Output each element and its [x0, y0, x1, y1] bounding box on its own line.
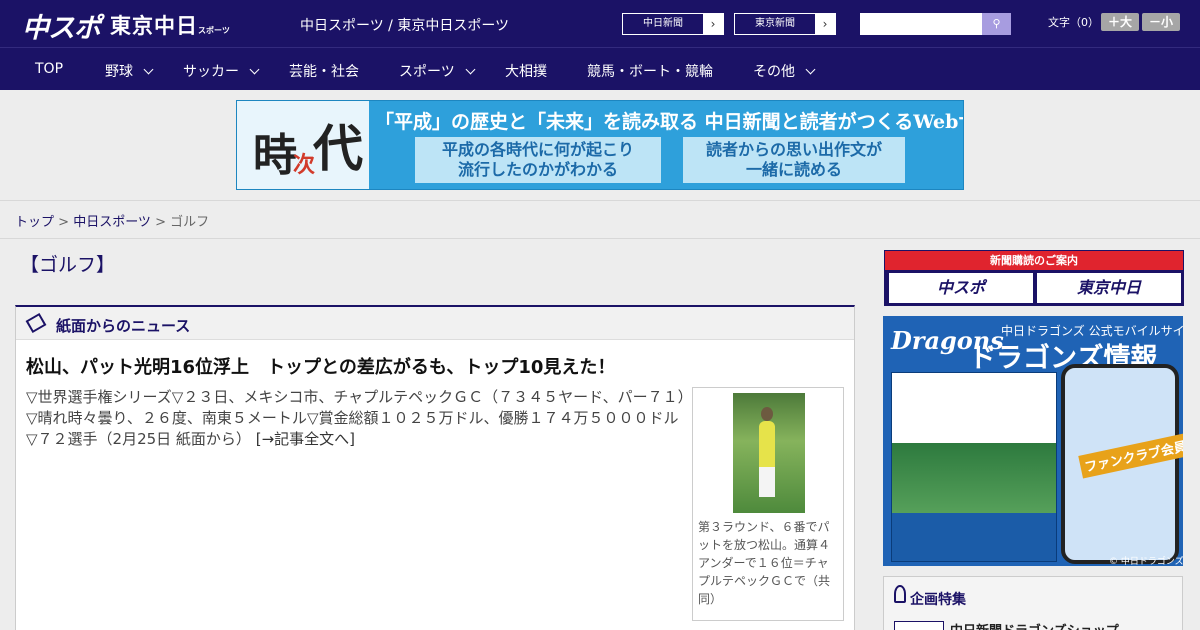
nav-item-sports[interactable]: スポーツ [399, 61, 476, 81]
page-title: 【ゴルフ】 [20, 254, 116, 276]
news-panel-header: 紙面からのニュース [16, 307, 854, 340]
dragons-mobile-ad[interactable]: Dragons 中日ドラゴンズ 公式モバイルサイト ドラゴンズ情報 ファンクラブ… [883, 316, 1183, 566]
banner-box-line: 平成の各時代に何が起こり [441, 140, 634, 159]
main-nav: TOP 野球 サッカー 芸能・社会 スポーツ 大相撲 競馬・ボート・競輪 その他 [0, 47, 1200, 90]
banner-box-history: 平成の各時代に何が起こり 流行したのかがわかる [415, 137, 661, 183]
nav-item-label: スポーツ [399, 64, 455, 80]
chuspo-logo[interactable]: 中スポ [22, 6, 101, 45]
tokyo-logo-text: 東京中日 [110, 14, 198, 38]
banner-box-line: 読者からの思い出作文が [705, 140, 882, 159]
chevron-down-icon [805, 64, 816, 75]
subscription-box: 新聞購読のご案内 中スポ 東京中日 [884, 250, 1184, 306]
golfer-body [759, 421, 775, 469]
search-icon: ⚲ [992, 17, 1001, 30]
tokyo-shimbun-link[interactable]: 東京新聞 › [734, 13, 836, 35]
subscribe-chuspo-link[interactable]: 中スポ [889, 273, 1033, 303]
font-larger-button[interactable]: ＋大 [1101, 13, 1139, 31]
search-input[interactable] [860, 13, 982, 35]
feature-box: 企画特集 中日新聞ドラゴンズショップ [883, 576, 1183, 630]
ad-screen-mockup [891, 372, 1057, 562]
nav-item-label: TOP [35, 61, 64, 77]
chevron-down-icon [249, 64, 260, 75]
breadcrumb-separator: > [54, 215, 74, 230]
nav-item-label: 野球 [105, 64, 133, 80]
nav-item-top[interactable]: TOP [35, 61, 63, 77]
feature-thumbnail[interactable] [894, 621, 944, 630]
chunichi-shimbun-link[interactable]: 中日新聞 › [622, 13, 724, 35]
breadcrumb-top-link[interactable]: トップ [15, 215, 54, 230]
chevron-down-icon [143, 64, 154, 75]
feature-label: 企画特集 [910, 592, 966, 608]
article-photo-box: 第３ラウンド、６番でパットを放つ松山。通算４アンダーで１６位＝チャプルテペックＧ… [692, 387, 844, 621]
chevron-down-icon [465, 64, 476, 75]
tokyo-logo-small: スポーツ [198, 26, 230, 35]
newspaper-icon [25, 312, 47, 334]
font-size-label: 文字（0） [1048, 16, 1099, 29]
article-title[interactable]: 松山、パット光明16位浮上 トップとの差広がるも、トップ10見えた！ [26, 353, 615, 379]
nav-item-label: 芸能・社会 [289, 64, 359, 80]
breadcrumb-current: ゴルフ [170, 215, 210, 230]
nav-item-label: サッカー [183, 64, 239, 80]
nav-item-soccer[interactable]: サッカー [183, 61, 260, 81]
article-photo[interactable] [733, 393, 805, 513]
banner-kanji-ji: 時 [253, 130, 297, 181]
banner-kanji-dai: 代 [313, 119, 363, 178]
site-title[interactable]: 中日スポーツ / 東京中日スポーツ [300, 15, 509, 35]
breadcrumb-separator: > [150, 215, 171, 230]
chevron-right-icon: › [815, 14, 835, 34]
ad-copyright: © 中日ドラゴンズ [1109, 557, 1183, 566]
ribbon-icon [894, 585, 906, 603]
golfer-head [761, 407, 773, 421]
subscription-header[interactable]: 新聞購読のご案内 [885, 251, 1183, 270]
banner-box-readers: 読者からの思い出作文が 一緒に読める [683, 137, 905, 183]
golfer-legs [759, 467, 775, 497]
banner-kanji-tsugi: 次 [293, 152, 316, 178]
chevron-right-icon: › [703, 14, 723, 34]
search-button[interactable]: ⚲ [982, 13, 1011, 35]
read-more-link[interactable]: [→記事全文へ] [256, 430, 355, 448]
news-panel: 紙面からのニュース 松山、パット光明16位浮上 トップとの差広がるも、トップ10… [15, 305, 855, 630]
photo-caption: 第３ラウンド、６番でパットを放つ松山。通算４アンダーで１６位＝チャプルテペックＧ… [698, 520, 831, 606]
nav-item-label: その他 [753, 64, 795, 80]
banner-headline: 「平成」の歴史と「未来」を読み取る 中日新聞と読者がつくるWebサイト [375, 111, 964, 133]
nav-item-label: 競馬・ボート・競輪 [587, 64, 713, 80]
tokyo-chunichi-logo[interactable]: 東京中日スポーツ [110, 10, 230, 40]
nav-item-label: 大相撲 [505, 64, 547, 80]
font-smaller-button[interactable]: －小 [1142, 13, 1180, 31]
nav-item-racing[interactable]: 競馬・ボート・競輪 [587, 61, 713, 81]
news-panel-label: 紙面からのニュース [56, 317, 191, 335]
feature-link[interactable]: 中日新聞ドラゴンズショップ [950, 620, 1119, 630]
pub-link-label: 中日新聞 [623, 14, 703, 34]
ad-menu-grid [892, 513, 1056, 561]
top-header: 中スポ 東京中日スポーツ 中日スポーツ / 東京中日スポーツ 中日新聞 › 東京… [0, 0, 1200, 47]
article-summary-text: ▽世界選手権シリーズ▽２３日、メキシコ市、チャプルテペックＧＣ（７３４５ヤード、… [26, 388, 686, 448]
banner-box-line: 一緒に読める [745, 160, 842, 179]
ad-baseball-field [892, 443, 1056, 513]
banner-kanji-panel: 時 次 代 [237, 101, 369, 189]
heisei-banner[interactable]: 時 次 代 「平成」の歴史と「未来」を読み取る 中日新聞と読者がつくるWebサイ… [236, 100, 964, 190]
breadcrumb: トップ > 中日スポーツ > ゴルフ [15, 211, 209, 230]
banner-box-line: 流行したのかがわかる [457, 160, 618, 179]
article-summary: ▽世界選手権シリーズ▽２３日、メキシコ市、チャプルテペックＧＣ（７３４５ヤード、… [26, 387, 686, 450]
nav-item-sumo[interactable]: 大相撲 [505, 61, 547, 81]
subscribe-tokyo-chunichi-link[interactable]: 東京中日 [1037, 273, 1181, 303]
nav-item-other[interactable]: その他 [753, 61, 816, 81]
nav-item-baseball[interactable]: 野球 [105, 61, 154, 81]
pub-link-label: 東京新聞 [735, 14, 815, 34]
breadcrumb-section-link[interactable]: 中日スポーツ [73, 215, 151, 230]
breadcrumb-bar: トップ > 中日スポーツ > ゴルフ [0, 200, 1200, 239]
nav-item-entertainment[interactable]: 芸能・社会 [289, 61, 359, 81]
